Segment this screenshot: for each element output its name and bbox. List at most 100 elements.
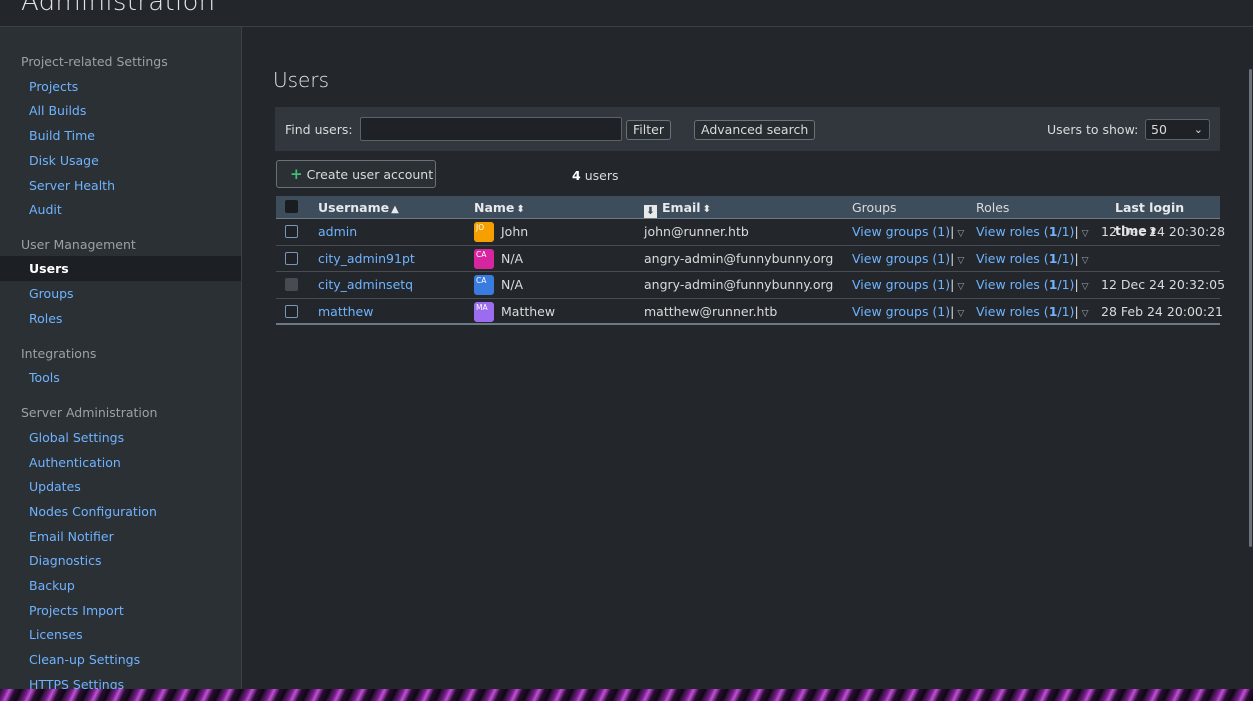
column-header-email[interactable]: ⬇ Email ⬍	[644, 196, 711, 221]
view-roles-link[interactable]: View roles (1/1)	[976, 304, 1074, 319]
sidebar-section-title: Server Administration	[21, 405, 158, 420]
view-roles-link[interactable]: View roles (1/1)	[976, 224, 1074, 239]
dropdown-triangle-icon[interactable]: ▽	[1082, 309, 1089, 319]
select-all-checkbox[interactable]	[285, 200, 298, 213]
page-title: Users	[273, 68, 330, 92]
sidebar-item-tools[interactable]: Tools	[0, 365, 241, 390]
table-row: city_adminsetq CA N/A angry-admin@funnyb…	[276, 272, 1225, 299]
page-header-title: Administration	[21, 0, 216, 17]
find-users-label: Find users:	[285, 122, 353, 137]
sidebar-item-build-time[interactable]: Build Time	[0, 123, 241, 148]
plus-icon: +	[290, 165, 303, 183]
sidebar-item-https-settings[interactable]: HTTPS Settings	[0, 672, 241, 689]
column-header-groups: Groups	[852, 200, 897, 215]
avatar: CA	[474, 275, 494, 295]
sidebar-item-updates[interactable]: Updates	[0, 474, 241, 499]
sidebar: Project-related Settings Projects All Bu…	[0, 27, 242, 689]
view-groups-link[interactable]: View groups (1)	[852, 304, 950, 319]
sidebar-item-server-health[interactable]: Server Health	[0, 173, 241, 198]
sidebar-section-title: Project-related Settings	[21, 54, 168, 69]
user-count: 4 users	[572, 168, 618, 183]
user-name: N/A	[501, 250, 524, 266]
users-to-show-select[interactable]: 50 ⌄	[1145, 119, 1210, 140]
row-checkbox[interactable]	[285, 251, 298, 265]
sidebar-item-diagnostics[interactable]: Diagnostics	[0, 548, 241, 573]
sidebar-item-roles[interactable]: Roles	[0, 306, 241, 331]
table-header: Username ▲ Name ⬍ ⬇ Email ⬍ Groups Roles Las…	[276, 196, 1220, 238]
sidebar-item-audit[interactable]: Audit	[0, 197, 241, 222]
row-checkbox[interactable]	[285, 225, 298, 238]
top-header: Administration	[0, 0, 1253, 27]
sidebar-item-projects-import[interactable]: Projects Import	[0, 598, 241, 623]
column-header-name[interactable]: Name ⬍	[474, 196, 525, 221]
filter-bar: Find users: Filter Advanced search Users…	[275, 107, 1220, 151]
table-row: admin JO John john@runner.htb View group…	[276, 219, 1225, 246]
sidebar-item-groups[interactable]: Groups	[0, 281, 241, 306]
sidebar-section-title: User Management	[21, 237, 136, 252]
last-login-time: 28 Feb 24 20:00:21	[1101, 303, 1224, 319]
dropdown-triangle-icon[interactable]: ▽	[1082, 282, 1089, 292]
find-users-input[interactable]	[360, 117, 622, 141]
dropdown-triangle-icon[interactable]: ▽	[1082, 256, 1089, 266]
dropdown-triangle-icon[interactable]: ▽	[1082, 229, 1089, 239]
user-count-suffix: users	[584, 168, 619, 183]
filter-button[interactable]: Filter	[626, 120, 671, 140]
sidebar-item-users[interactable]: Users	[0, 256, 241, 281]
dropdown-triangle-icon[interactable]: ▽	[957, 309, 964, 319]
groups-cell: View groups (1)| ▽	[852, 250, 965, 266]
avatar: CA	[474, 248, 494, 269]
row-checkbox[interactable]	[285, 304, 298, 318]
view-roles-link[interactable]: View roles (1/1)	[976, 251, 1074, 266]
groups-cell: View groups (1)| ▽	[852, 224, 965, 239]
view-groups-link[interactable]: View groups (1)	[852, 224, 950, 239]
sidebar-item-all-builds[interactable]: All Builds	[0, 98, 241, 123]
scrollbar-thumb[interactable]	[1249, 69, 1252, 547]
avatar: MA	[474, 301, 494, 322]
user-email: matthew@runner.htb	[644, 303, 778, 319]
table-row: matthew MA Matthew matthew@runner.htb Vi…	[276, 299, 1224, 325]
sort-asc-icon: ▲	[391, 204, 399, 215]
user-name: N/A	[501, 277, 524, 292]
user-name: John	[501, 224, 529, 239]
sidebar-item-clean-up-settings[interactable]: Clean-up Settings	[0, 647, 241, 672]
desktop-wallpaper-strip	[0, 689, 1253, 701]
dropdown-triangle-icon[interactable]: ▽	[957, 229, 964, 239]
last-login-time: 12 Dec 24 20:30:28	[1101, 224, 1226, 239]
sidebar-item-projects[interactable]: Projects	[0, 74, 241, 99]
username-link[interactable]: admin	[318, 219, 357, 245]
user-email: angry-admin@funnybunny.org	[644, 250, 834, 266]
sidebar-section-title: Integrations	[21, 346, 97, 361]
dropdown-triangle-icon[interactable]: ▽	[957, 282, 964, 292]
table-row: city_admin91pt CA N/A angry-admin@funnyb…	[276, 246, 1220, 272]
vertical-scrollbar[interactable]	[1247, 27, 1253, 689]
roles-cell: View roles (1/1)| ▽	[976, 224, 1089, 239]
view-roles-link[interactable]: View roles (1/1)	[976, 277, 1074, 292]
view-groups-link[interactable]: View groups (1)	[852, 251, 950, 266]
user-email: john@runner.htb	[644, 224, 749, 239]
sidebar-item-licenses[interactable]: Licenses	[0, 622, 241, 647]
sort-icon: ⬍	[702, 204, 711, 215]
sidebar-item-backup[interactable]: Backup	[0, 573, 241, 598]
sort-icon: ⬍	[516, 204, 525, 215]
sidebar-item-global-settings[interactable]: Global Settings	[0, 425, 241, 450]
users-to-show-value: 50	[1151, 122, 1167, 137]
sidebar-item-nodes-configuration[interactable]: Nodes Configuration	[0, 499, 241, 524]
groups-cell: View groups (1)| ▽	[852, 277, 965, 292]
sidebar-item-authentication[interactable]: Authentication	[0, 450, 241, 475]
user-count-number: 4	[572, 168, 581, 183]
advanced-search-button[interactable]: Advanced search	[694, 120, 816, 140]
users-table: Username ▲ Name ⬍ ⬇ Email ⬍ Groups Roles Las…	[276, 196, 1225, 325]
username-link[interactable]: city_admin91pt	[318, 246, 415, 272]
column-header-username[interactable]: Username ▲	[318, 196, 399, 221]
create-user-button[interactable]: + Create user account	[276, 160, 436, 188]
username-link[interactable]: city_adminsetq	[318, 272, 413, 298]
dropdown-triangle-icon[interactable]: ▽	[957, 256, 964, 266]
create-user-label: Create user account	[306, 167, 434, 182]
sidebar-item-email-notifier[interactable]: Email Notifier	[0, 524, 241, 549]
sidebar-item-disk-usage[interactable]: Disk Usage	[0, 148, 241, 173]
user-email: angry-admin@funnybunny.org	[644, 277, 834, 292]
username-link[interactable]: matthew	[318, 299, 373, 325]
chevron-down-icon: ⌄	[1193, 123, 1203, 136]
view-groups-link[interactable]: View groups (1)	[852, 277, 950, 292]
main-content: Users Find users: Filter Advanced search…	[243, 27, 1247, 689]
